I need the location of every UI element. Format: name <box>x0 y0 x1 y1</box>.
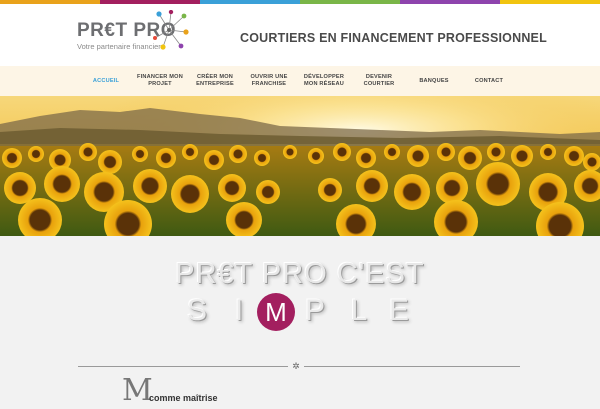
sunflower <box>182 144 198 160</box>
sunflower <box>28 146 44 162</box>
divider-ornament-icon: ✲ <box>292 361 300 371</box>
main-nav: ACCUEIL FINANCER MON PROJET CRÉER MON ENTR… <box>0 66 600 96</box>
header-tagline: COURTIERS EN FINANCEMENT PROFESSIONNEL <box>240 31 547 45</box>
nav-devenir-courtier[interactable]: DEVENIR COURTIER <box>361 74 397 88</box>
sunflower <box>79 143 97 161</box>
sunflower <box>333 143 351 161</box>
highlight-circle-m: M <box>257 293 295 331</box>
sunflower <box>218 174 246 202</box>
sunflower <box>407 145 429 167</box>
sunflower <box>318 178 342 202</box>
logo-tagline: Votre partenaire financier <box>77 42 161 51</box>
sunflower <box>308 148 324 164</box>
sunflower <box>133 169 167 203</box>
sunflower <box>283 145 297 159</box>
sunflower <box>356 170 388 202</box>
headline-simple: S I M P L E <box>180 293 420 334</box>
nav-contact[interactable]: CONTACT <box>474 78 504 85</box>
section-caption: comme maîtrise <box>149 393 218 403</box>
nav-financer-mon-projet[interactable]: FINANCER MON PROJET <box>135 74 185 88</box>
sunflower <box>356 148 376 168</box>
divider-right <box>304 366 520 367</box>
nav-creer-mon-entreprise[interactable]: CRÉER MON ENTREPRISE <box>192 74 238 88</box>
sunflower <box>98 150 122 174</box>
letter-m: M <box>265 297 287 327</box>
site-header: PR€T PRO Votre partenaire financier COUR… <box>0 4 600 66</box>
sunflower <box>4 172 36 204</box>
sunflower <box>487 143 505 161</box>
simple-section: PR€T PRO C'EST S I M P L E ✲ M comme maî… <box>0 236 600 409</box>
logo-burst-icon <box>153 10 189 50</box>
nav-banques[interactable]: BANQUES <box>418 78 450 85</box>
sunflower <box>564 146 584 166</box>
letter-p: P <box>304 294 325 327</box>
sunflower <box>458 146 482 170</box>
sunflower <box>254 150 270 166</box>
sunflower <box>256 180 280 204</box>
sunflower <box>437 143 455 161</box>
sunflower <box>394 174 430 210</box>
letter-e: E <box>388 294 409 327</box>
divider-left <box>78 366 288 367</box>
sunflower <box>2 148 22 168</box>
site-logo[interactable]: PR€T PRO Votre partenaire financier <box>77 10 189 56</box>
sunflower <box>540 144 556 160</box>
nav-ouvrir-une-franchise[interactable]: OUVRIR UNE FRANCHISE <box>248 74 290 88</box>
sunflower <box>436 172 468 204</box>
sunflower <box>384 144 400 160</box>
sunflower-field-image <box>0 96 600 236</box>
sunflower <box>171 175 209 213</box>
headline-pret-pro-cest: PR€T PRO C'EST <box>175 258 425 290</box>
letter-l: L <box>350 294 368 327</box>
sunflower <box>132 146 148 162</box>
sunflower <box>229 145 247 163</box>
sunflower <box>44 166 80 202</box>
nav-accueil-label: ACCUEIL <box>92 78 120 84</box>
nav-developper-mon-reseau[interactable]: DÉVELOPPER MON RÉSEAU <box>302 74 346 88</box>
hero-banner <box>0 96 600 236</box>
sunflower <box>511 145 533 167</box>
sunflower <box>156 148 176 168</box>
letter-i: I <box>234 294 244 327</box>
sunflower <box>204 150 224 170</box>
letter-s: S <box>186 294 207 327</box>
nav-accueil[interactable]: ACCUEIL <box>92 78 120 85</box>
sunflower <box>476 162 520 206</box>
